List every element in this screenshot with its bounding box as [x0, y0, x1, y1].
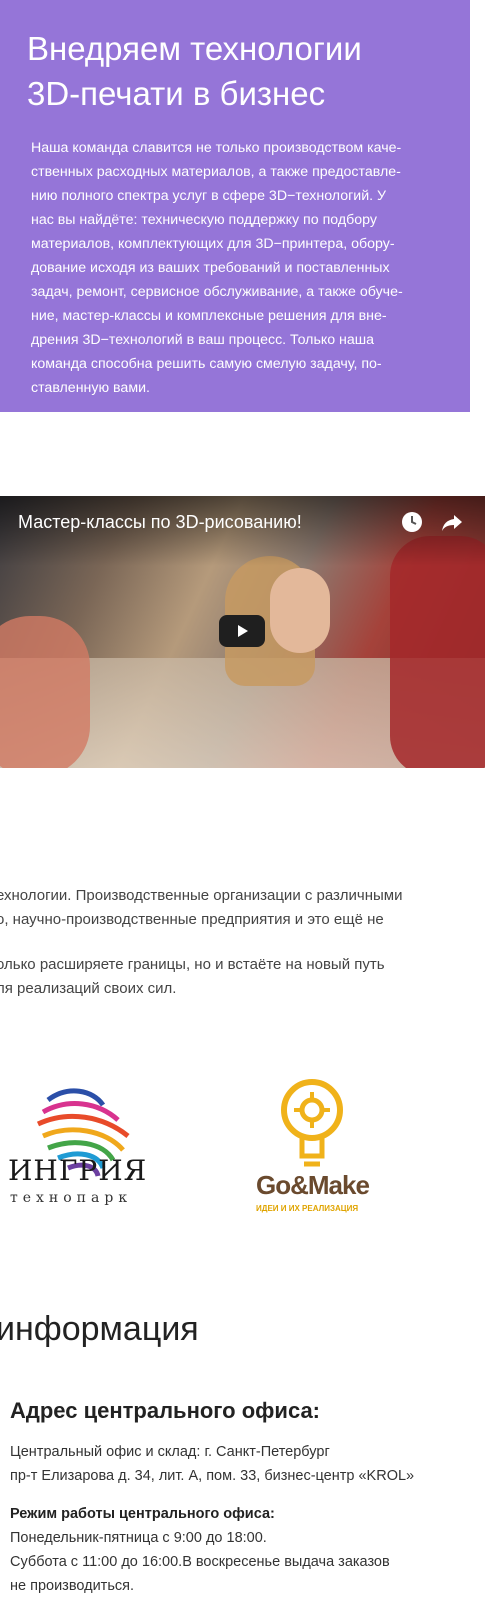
play-icon [238, 625, 248, 637]
ingria-logo-subtitle: технопарк [10, 1190, 133, 1206]
lightbulb-icon [281, 1079, 343, 1167]
hero-paragraph-line: дрения 3D−технологий в ваш процесс. Толь… [31, 332, 375, 348]
office-address-title: Адрес центрального офиса: [10, 1398, 321, 1423]
hero-title-line-1: Внедряем технологии [27, 30, 362, 67]
video-thumbnail-girl-face [270, 568, 330, 653]
hero-paragraph-line: Наша команда славится не только производ… [31, 140, 402, 156]
share-icon[interactable] [440, 510, 464, 534]
hero-title: Внедряем технологии 3D-печати в бизнес [27, 26, 457, 116]
office-hours-line: Понедельник-пятница с 9:00 до 18:00. [10, 1530, 267, 1546]
ingria-logo-name: ИНГРИЯ [8, 1154, 148, 1187]
info-paragraph: ехнологии. Производственные организации … [0, 884, 485, 1001]
video-thumbnail-child-left [0, 616, 90, 768]
play-button[interactable] [219, 615, 265, 647]
info-line: о, научно-производственные предприятия и… [0, 911, 384, 928]
hero-paragraph-line: ставленную вами. [31, 380, 150, 396]
office-address-line: пр-т Елизарова д. 34, лит. А, пом. 33, б… [10, 1468, 415, 1484]
gomake-logo-name: Go&Make [256, 1170, 370, 1200]
hero-paragraph-line: ние, мастер-классы и комплексные решения… [31, 308, 387, 324]
office-hours: Понедельник-пятница с 9:00 до 18:00. Суб… [10, 1526, 480, 1598]
hero-paragraph-line: дование исходя из ваших требований и пос… [31, 260, 390, 276]
hero-section: Внедряем технологии 3D-печати в бизнес Н… [0, 0, 470, 412]
office-address: Центральный офис и склад: г. Санкт-Петер… [10, 1440, 480, 1488]
video-thumbnail-child-right [390, 536, 485, 768]
contacts-section-title: информация [0, 1310, 199, 1348]
hero-paragraph-line: задач, ремонт, сервисное обслуживание, а… [31, 284, 403, 300]
hero-paragraph-line: нию полного спектра услуг в сфере 3D−тех… [31, 188, 387, 204]
hero-paragraph-line: нас вы найдёте: техническую поддержку по… [31, 212, 377, 228]
office-hours-line: не производиться. [10, 1578, 135, 1594]
clock-icon[interactable] [400, 510, 424, 534]
info-line: ля реализаций своих сил. [0, 980, 177, 997]
office-hours-title: Режим работы центрального офиса: [10, 1506, 275, 1522]
video-title[interactable]: Мастер-классы по 3D-рисованию! [18, 510, 302, 534]
hero-paragraph-line: команда способна решить самую смелую зад… [31, 356, 382, 372]
video-player[interactable]: Мастер-классы по 3D-рисованию! [0, 496, 485, 768]
info-line: ехнологии. Производственные организации … [0, 887, 403, 904]
hero-paragraph-line: материалов, комплектующих для 3D−принтер… [31, 236, 395, 252]
hero-title-line-2: 3D-печати в бизнес [27, 75, 326, 112]
office-address-line: Центральный офис и склад: г. Санкт-Петер… [10, 1444, 330, 1460]
gomake-logo-subtitle: ИДЕИ И ИХ РЕАЛИЗАЦИЯ [256, 1204, 359, 1213]
hero-paragraph: Наша команда славится не только производ… [31, 136, 456, 400]
hero-paragraph-line: ственных расходных материалов, а также п… [31, 164, 401, 180]
page: Внедряем технологии 3D-печати в бизнес Н… [0, 0, 485, 1619]
office-hours-line: Суббота с 11:00 до 16:00.В воскресенье в… [10, 1554, 390, 1570]
info-line: олько расширяете границы, но и встаёте н… [0, 956, 385, 973]
